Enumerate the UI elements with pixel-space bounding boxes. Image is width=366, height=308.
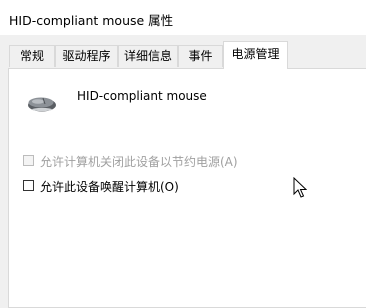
allow-wake-label: 允许此设备唤醒计算机(O) xyxy=(40,180,179,194)
tab-bar: 常规 驱动程序 详细信息 事件 电源管理 xyxy=(0,35,366,69)
tab-events[interactable]: 事件 xyxy=(178,45,223,67)
tab-label: 常规 xyxy=(19,49,44,63)
mouse-pointer-icon xyxy=(293,177,307,198)
tab-label: 电源管理 xyxy=(231,47,280,61)
tab-label: 驱动程序 xyxy=(62,49,111,63)
allow-power-off-checkbox[interactable] xyxy=(23,155,34,166)
mouse-icon xyxy=(28,97,56,112)
tab-label: 详细信息 xyxy=(123,49,172,63)
tab-details[interactable]: 详细信息 xyxy=(118,45,178,67)
title-bar: HID-compliant mouse 属性 xyxy=(0,0,366,35)
window-title: HID-compliant mouse 属性 xyxy=(9,13,174,28)
tab-label: 事件 xyxy=(188,49,213,63)
allow-wake-checkbox[interactable] xyxy=(23,180,34,191)
device-name: HID-compliant mouse xyxy=(77,89,207,103)
tab-driver[interactable]: 驱动程序 xyxy=(55,45,118,67)
allow-power-off-label: 允许计算机关闭此设备以节约电源(A) xyxy=(40,155,238,169)
tab-power-management[interactable]: 电源管理 xyxy=(223,41,288,69)
tab-general[interactable]: 常规 xyxy=(9,45,55,67)
